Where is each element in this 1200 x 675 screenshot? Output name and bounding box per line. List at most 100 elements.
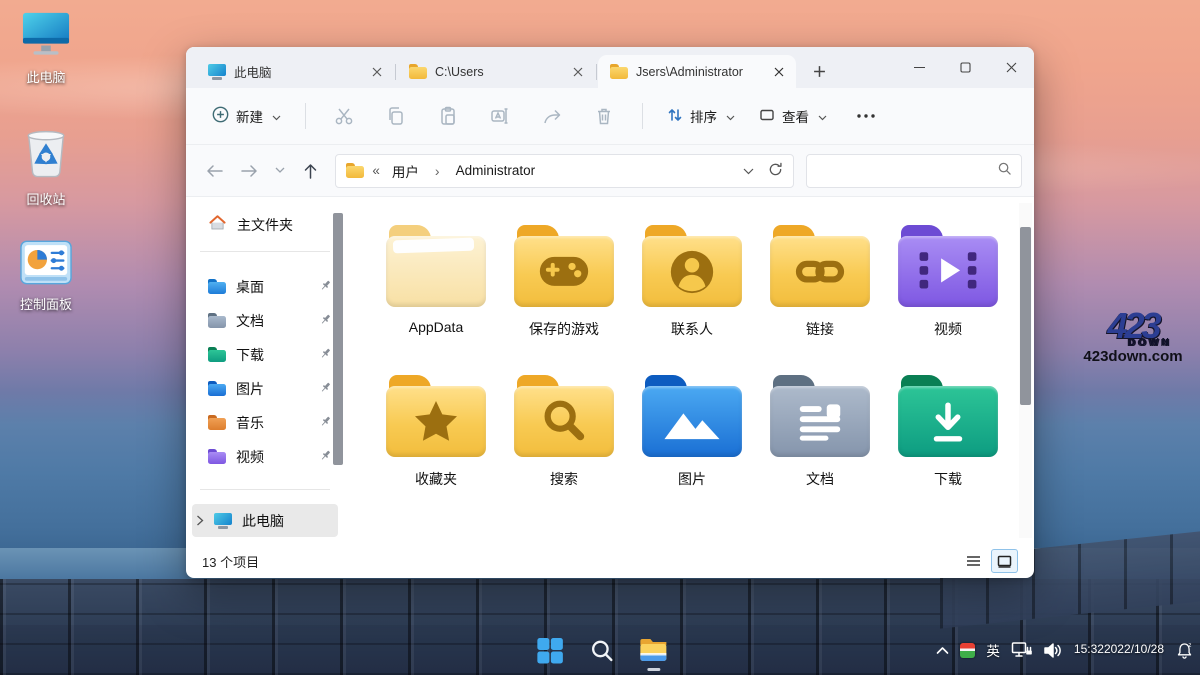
close-button[interactable] (988, 47, 1034, 87)
file-tile-downloads[interactable]: 下载 (884, 375, 1012, 489)
watermark-site: 423down.com (1074, 348, 1192, 365)
recent-locations-chevron-icon[interactable] (269, 155, 293, 187)
toolbar-separator (642, 103, 643, 129)
breadcrumb-separator: › (431, 163, 444, 179)
notification-bell-icon[interactable]: z (1175, 641, 1194, 660)
view-button[interactable]: 查看 (749, 99, 837, 133)
tab-close-icon[interactable] (569, 63, 587, 81)
file-label: AppData (409, 319, 463, 335)
search-input[interactable] (817, 163, 998, 178)
volume-icon[interactable] (1043, 642, 1063, 659)
network-icon[interactable] (1011, 641, 1032, 659)
taskbar-center-icons (533, 625, 669, 675)
breadcrumb-collapse[interactable]: « (372, 163, 380, 178)
sort-arrows-icon (667, 107, 683, 126)
tab-label: 此电脑 (234, 62, 360, 81)
paste-icon[interactable] (431, 99, 465, 133)
file-tile-appdata[interactable]: AppData (372, 225, 500, 339)
tab-this-pc[interactable]: 此电脑 (196, 55, 394, 88)
tab-c-users[interactable]: C:\Users (397, 55, 595, 88)
details-view-button[interactable] (960, 549, 987, 573)
rename-icon[interactable] (483, 99, 517, 133)
sort-button[interactable]: 排序 (657, 99, 745, 133)
chevron-down-icon (272, 109, 281, 124)
file-tile-videos[interactable]: 视频 (884, 225, 1012, 339)
file-label: 链接 (806, 319, 834, 339)
item-count: 13 个项目 (202, 552, 259, 571)
new-tab-button[interactable] (804, 57, 834, 85)
chevron-down-icon (726, 109, 735, 124)
more-options-icon[interactable] (849, 99, 883, 133)
pictures-folder-icon (208, 381, 226, 396)
chevron-right-icon[interactable] (196, 513, 204, 529)
sidebar-item-documents[interactable]: 文档 (192, 304, 338, 337)
desktop-icon-label: 控制面板 (20, 294, 72, 313)
file-tile-links[interactable]: 链接 (756, 225, 884, 339)
sidebar-item-videos[interactable]: 视频 (192, 440, 338, 473)
running-indicator (647, 668, 660, 671)
sidebar-item-desktop[interactable]: 桌面 (192, 270, 338, 303)
tab-close-icon[interactable] (770, 63, 788, 81)
address-dropdown-chevron-icon[interactable] (743, 163, 754, 178)
file-tile-favorites[interactable]: 收藏夹 (372, 375, 500, 489)
file-tile-searches[interactable]: 搜索 (500, 375, 628, 489)
recycle-bin-icon (21, 126, 71, 185)
copy-icon[interactable] (379, 99, 413, 133)
ime-language-indicator[interactable]: 英 (986, 640, 1000, 660)
file-tile-saved-games[interactable]: 保存的游戏 (500, 225, 628, 339)
minimize-button[interactable] (896, 47, 942, 87)
back-button[interactable] (198, 155, 231, 187)
documents-folder-icon (770, 375, 870, 457)
large-icons-view-button[interactable] (991, 549, 1018, 573)
search-box[interactable] (806, 154, 1022, 188)
explorer-tab-bar: 此电脑 C:\Users Jsers\Administrator (186, 47, 1034, 88)
folder-icon (346, 163, 364, 178)
search-taskbar-icon[interactable] (585, 632, 617, 668)
cut-icon[interactable] (327, 99, 361, 133)
tray-date: 2022/10/28 (1104, 642, 1164, 658)
delete-icon[interactable] (587, 99, 621, 133)
sidebar-item-home[interactable]: 主文件夹 (192, 208, 338, 241)
tab-users-administrator[interactable]: Jsers\Administrator (598, 55, 796, 88)
maximize-button[interactable] (942, 47, 988, 87)
this-pc-monitor-icon (20, 10, 72, 63)
music-folder-icon (208, 415, 226, 430)
sidebar-item-label: 视频 (236, 447, 264, 467)
desktop-icon-recycle-bin[interactable]: 回收站 (4, 126, 88, 208)
file-tile-pictures[interactable]: 图片 (628, 375, 756, 489)
share-icon[interactable] (535, 99, 569, 133)
address-bar[interactable]: « 用户 › Administrator (335, 154, 794, 188)
folder-icon (409, 64, 427, 79)
tray-chevron-up-icon[interactable] (936, 646, 949, 655)
tab-label: C:\Users (435, 65, 561, 79)
content-scrollbar-thumb[interactable] (1020, 227, 1031, 405)
sidebar-item-music[interactable]: 音乐 (192, 406, 338, 439)
file-tile-contacts[interactable]: 联系人 (628, 225, 756, 339)
pin-icon (319, 313, 332, 329)
breadcrumb-users[interactable]: 用户 (388, 159, 423, 183)
sidebar-item-downloads[interactable]: 下载 (192, 338, 338, 371)
sidebar-scrollbar-thumb[interactable] (333, 213, 343, 465)
sidebar-item-pictures[interactable]: 图片 (192, 372, 338, 405)
forward-button[interactable] (233, 155, 266, 187)
desktop-folder-icon (208, 279, 226, 294)
start-button[interactable] (533, 632, 565, 668)
tab-close-icon[interactable] (368, 63, 386, 81)
clock[interactable]: 15:32 2022/10/28 (1074, 642, 1164, 658)
tray-app-icon[interactable] (960, 643, 975, 658)
sidebar-item-label: 图片 (236, 379, 264, 399)
refresh-icon[interactable] (768, 162, 783, 180)
up-button[interactable] (294, 155, 327, 187)
new-button[interactable]: 新建 (202, 99, 291, 133)
sidebar-item-this-pc[interactable]: 此电脑 (192, 504, 338, 537)
desktop-icon-control-panel[interactable]: 控制面板 (4, 240, 88, 313)
file-tile-documents[interactable]: 文档 (756, 375, 884, 489)
pin-icon (319, 279, 332, 295)
pin-icon (319, 415, 332, 431)
desktop-icon-this-pc[interactable]: 此电脑 (4, 10, 88, 86)
explorer-address-row: « 用户 › Administrator (186, 145, 1034, 197)
file-explorer-taskbar-icon[interactable] (637, 632, 669, 668)
navigation-pane: 主文件夹 桌面 文档 (186, 197, 344, 544)
svg-text:z: z (1188, 643, 1191, 649)
breadcrumb-administrator[interactable]: Administrator (452, 161, 540, 180)
